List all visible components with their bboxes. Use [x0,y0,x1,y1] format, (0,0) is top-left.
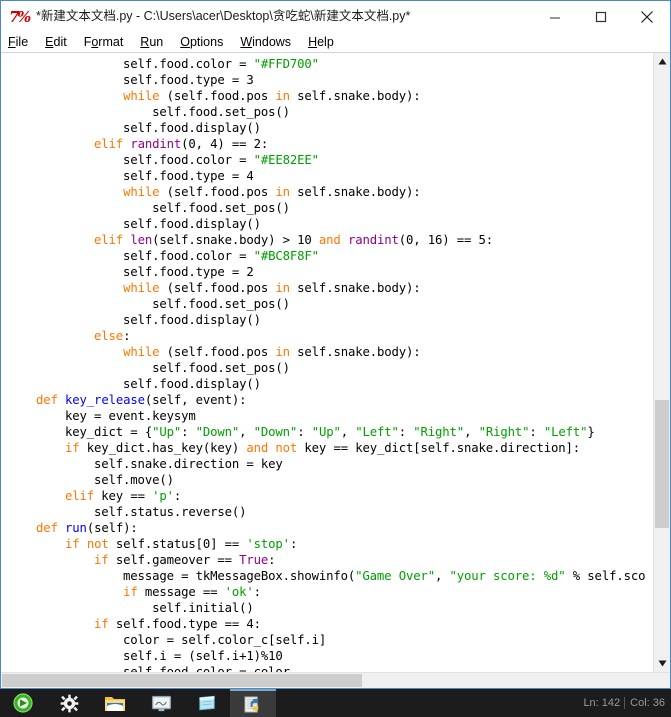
horizontal-scrollbar-thumb[interactable] [2,674,362,687]
horizontal-scrollbar[interactable] [1,672,670,688]
vertical-scrollbar[interactable] [653,53,670,672]
windows-taskbar: Ln: 142 Col: 36 [0,689,671,717]
settings-gear-icon[interactable] [46,689,92,717]
editor-area: self.food.color = "#FFD700" self.food.ty… [1,53,670,672]
menu-item-edit[interactable]: Edit [45,35,67,49]
menu-item-file[interactable]: File [8,35,28,49]
triangle-up-icon[interactable] [654,53,670,70]
code-text-area[interactable]: self.food.color = "#FFD700" self.food.ty… [1,53,653,672]
window-title: *新建文本文档.py - C:\Users\acer\Desktop\贪吃蛇\新… [36,9,411,23]
start-orb-icon[interactable] [0,689,46,717]
vertical-scrollbar-track[interactable] [654,70,670,655]
menu-item-help[interactable]: Help [308,35,334,49]
svg-text:%: % [17,8,31,26]
taskbar-status-area: Ln: 142 Col: 36 [583,689,671,717]
triangle-down-icon[interactable] [654,655,670,672]
status-line-number: Ln: 142 [583,697,621,709]
menu-item-windows[interactable]: Windows [240,35,291,49]
minimize-button[interactable] [532,2,578,32]
status-column-number: Col: 36 [630,697,665,709]
python-idle-taskbar-icon[interactable] [230,689,276,717]
menu-item-format[interactable]: Format [84,35,124,49]
file-explorer-icon[interactable] [92,689,138,717]
close-button[interactable] [624,2,670,32]
status-divider [624,697,626,709]
menu-item-options[interactable]: Options [180,35,223,49]
title-bar[interactable]: 7 % *新建文本文档.py - C:\Users\acer\Desktop\贪… [1,1,670,32]
display-monitor-icon[interactable] [138,689,184,717]
notepad-icon[interactable] [184,689,230,717]
vertical-scrollbar-thumb[interactable] [655,400,669,528]
python-idle-icon: 7 % [9,8,31,26]
menu-item-run[interactable]: Run [140,35,163,49]
maximize-button[interactable] [578,2,624,32]
idle-editor-window: 7 % *新建文本文档.py - C:\Users\acer\Desktop\贪… [0,0,671,689]
source-code[interactable]: self.food.color = "#FFD700" self.food.ty… [1,56,653,672]
menu-bar: File Edit Format Run Options Windows Hel… [1,32,670,53]
